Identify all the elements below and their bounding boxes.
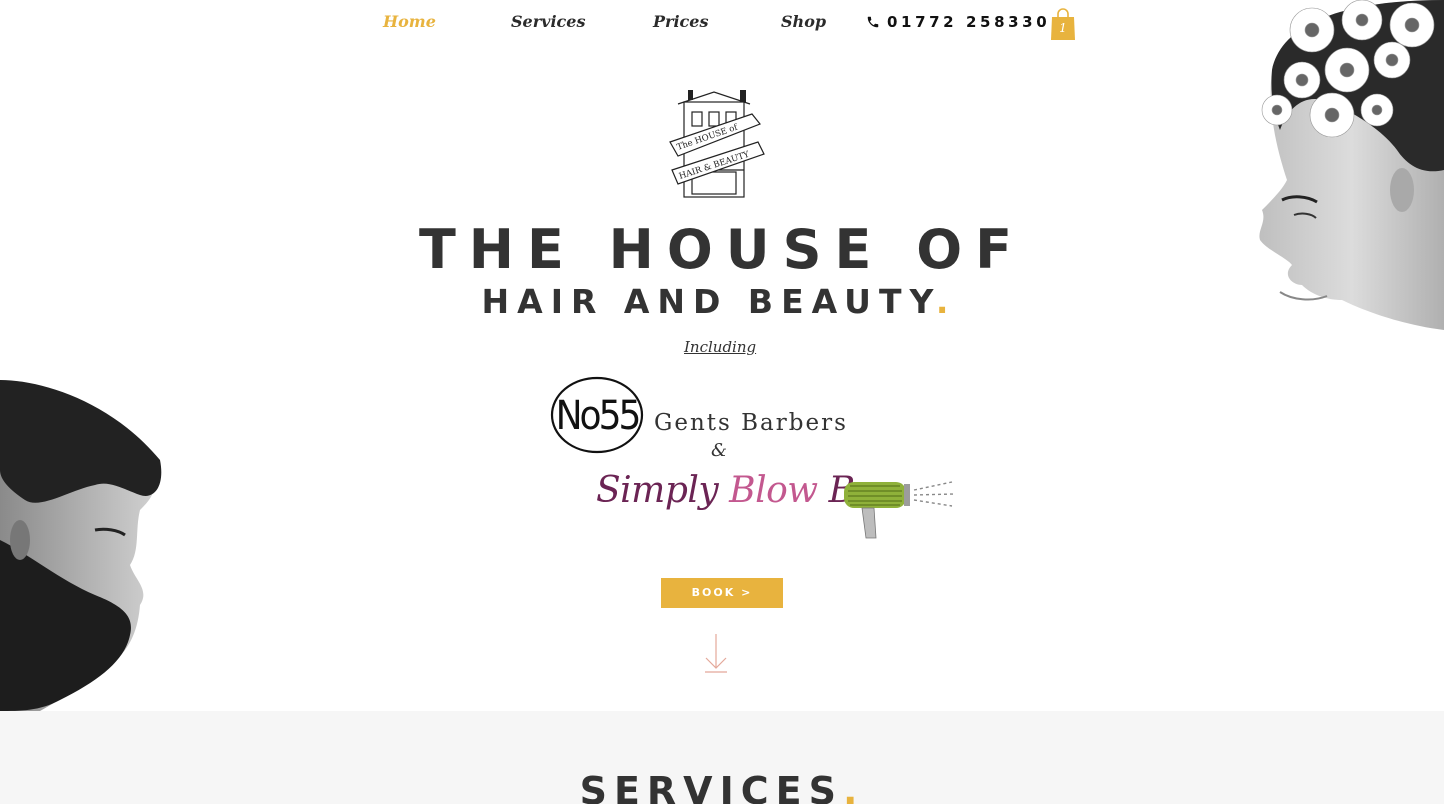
nav-item-services[interactable]: Services: [511, 12, 585, 31]
no55-logo-text: No55: [556, 393, 639, 439]
hero-title: THE HOUSE OF: [418, 218, 1026, 281]
cart-button[interactable]: 1: [1049, 7, 1077, 41]
nav-item-home[interactable]: Home: [383, 12, 436, 31]
blow-bar-word-blow: Blow: [729, 470, 829, 511]
phone-link[interactable]: 01772 258330: [866, 13, 1050, 31]
services-section: SERVICES.: [0, 711, 1444, 804]
book-button[interactable]: BOOK >: [661, 578, 783, 608]
services-heading-text: SERVICES: [579, 769, 843, 804]
hero-subtitle-text: HAIR AND BEAUTY: [481, 282, 936, 321]
services-heading: SERVICES.: [0, 769, 1444, 804]
nav-item-prices[interactable]: Prices: [653, 12, 708, 31]
house-of-hair-logo: The HOUSE of HAIR & BEAUTY: [669, 90, 765, 198]
scroll-down-arrow-icon[interactable]: [704, 632, 728, 674]
hero-subtitle-dot: .: [935, 282, 957, 321]
including-label: Including: [684, 338, 757, 356]
ampersand: &: [711, 440, 728, 461]
bearded-man-image: [0, 380, 162, 711]
no55-logo: No55: [550, 376, 644, 454]
services-heading-dot: .: [842, 769, 865, 804]
hero-subtitle: HAIR AND BEAUTY.: [0, 282, 1430, 321]
phone-icon: [867, 16, 879, 28]
blow-bar-word-simply: Simply: [596, 470, 730, 511]
gents-barbers-label: Gents Barbers: [654, 410, 848, 436]
hair-dryer-image: [844, 481, 955, 539]
main-nav: Home Services Prices Shop 01772 258330 1: [0, 0, 1444, 46]
cart-count: 1: [1059, 21, 1067, 35]
nav-item-shop[interactable]: Shop: [781, 12, 826, 31]
phone-number: 01772 258330: [887, 13, 1051, 31]
